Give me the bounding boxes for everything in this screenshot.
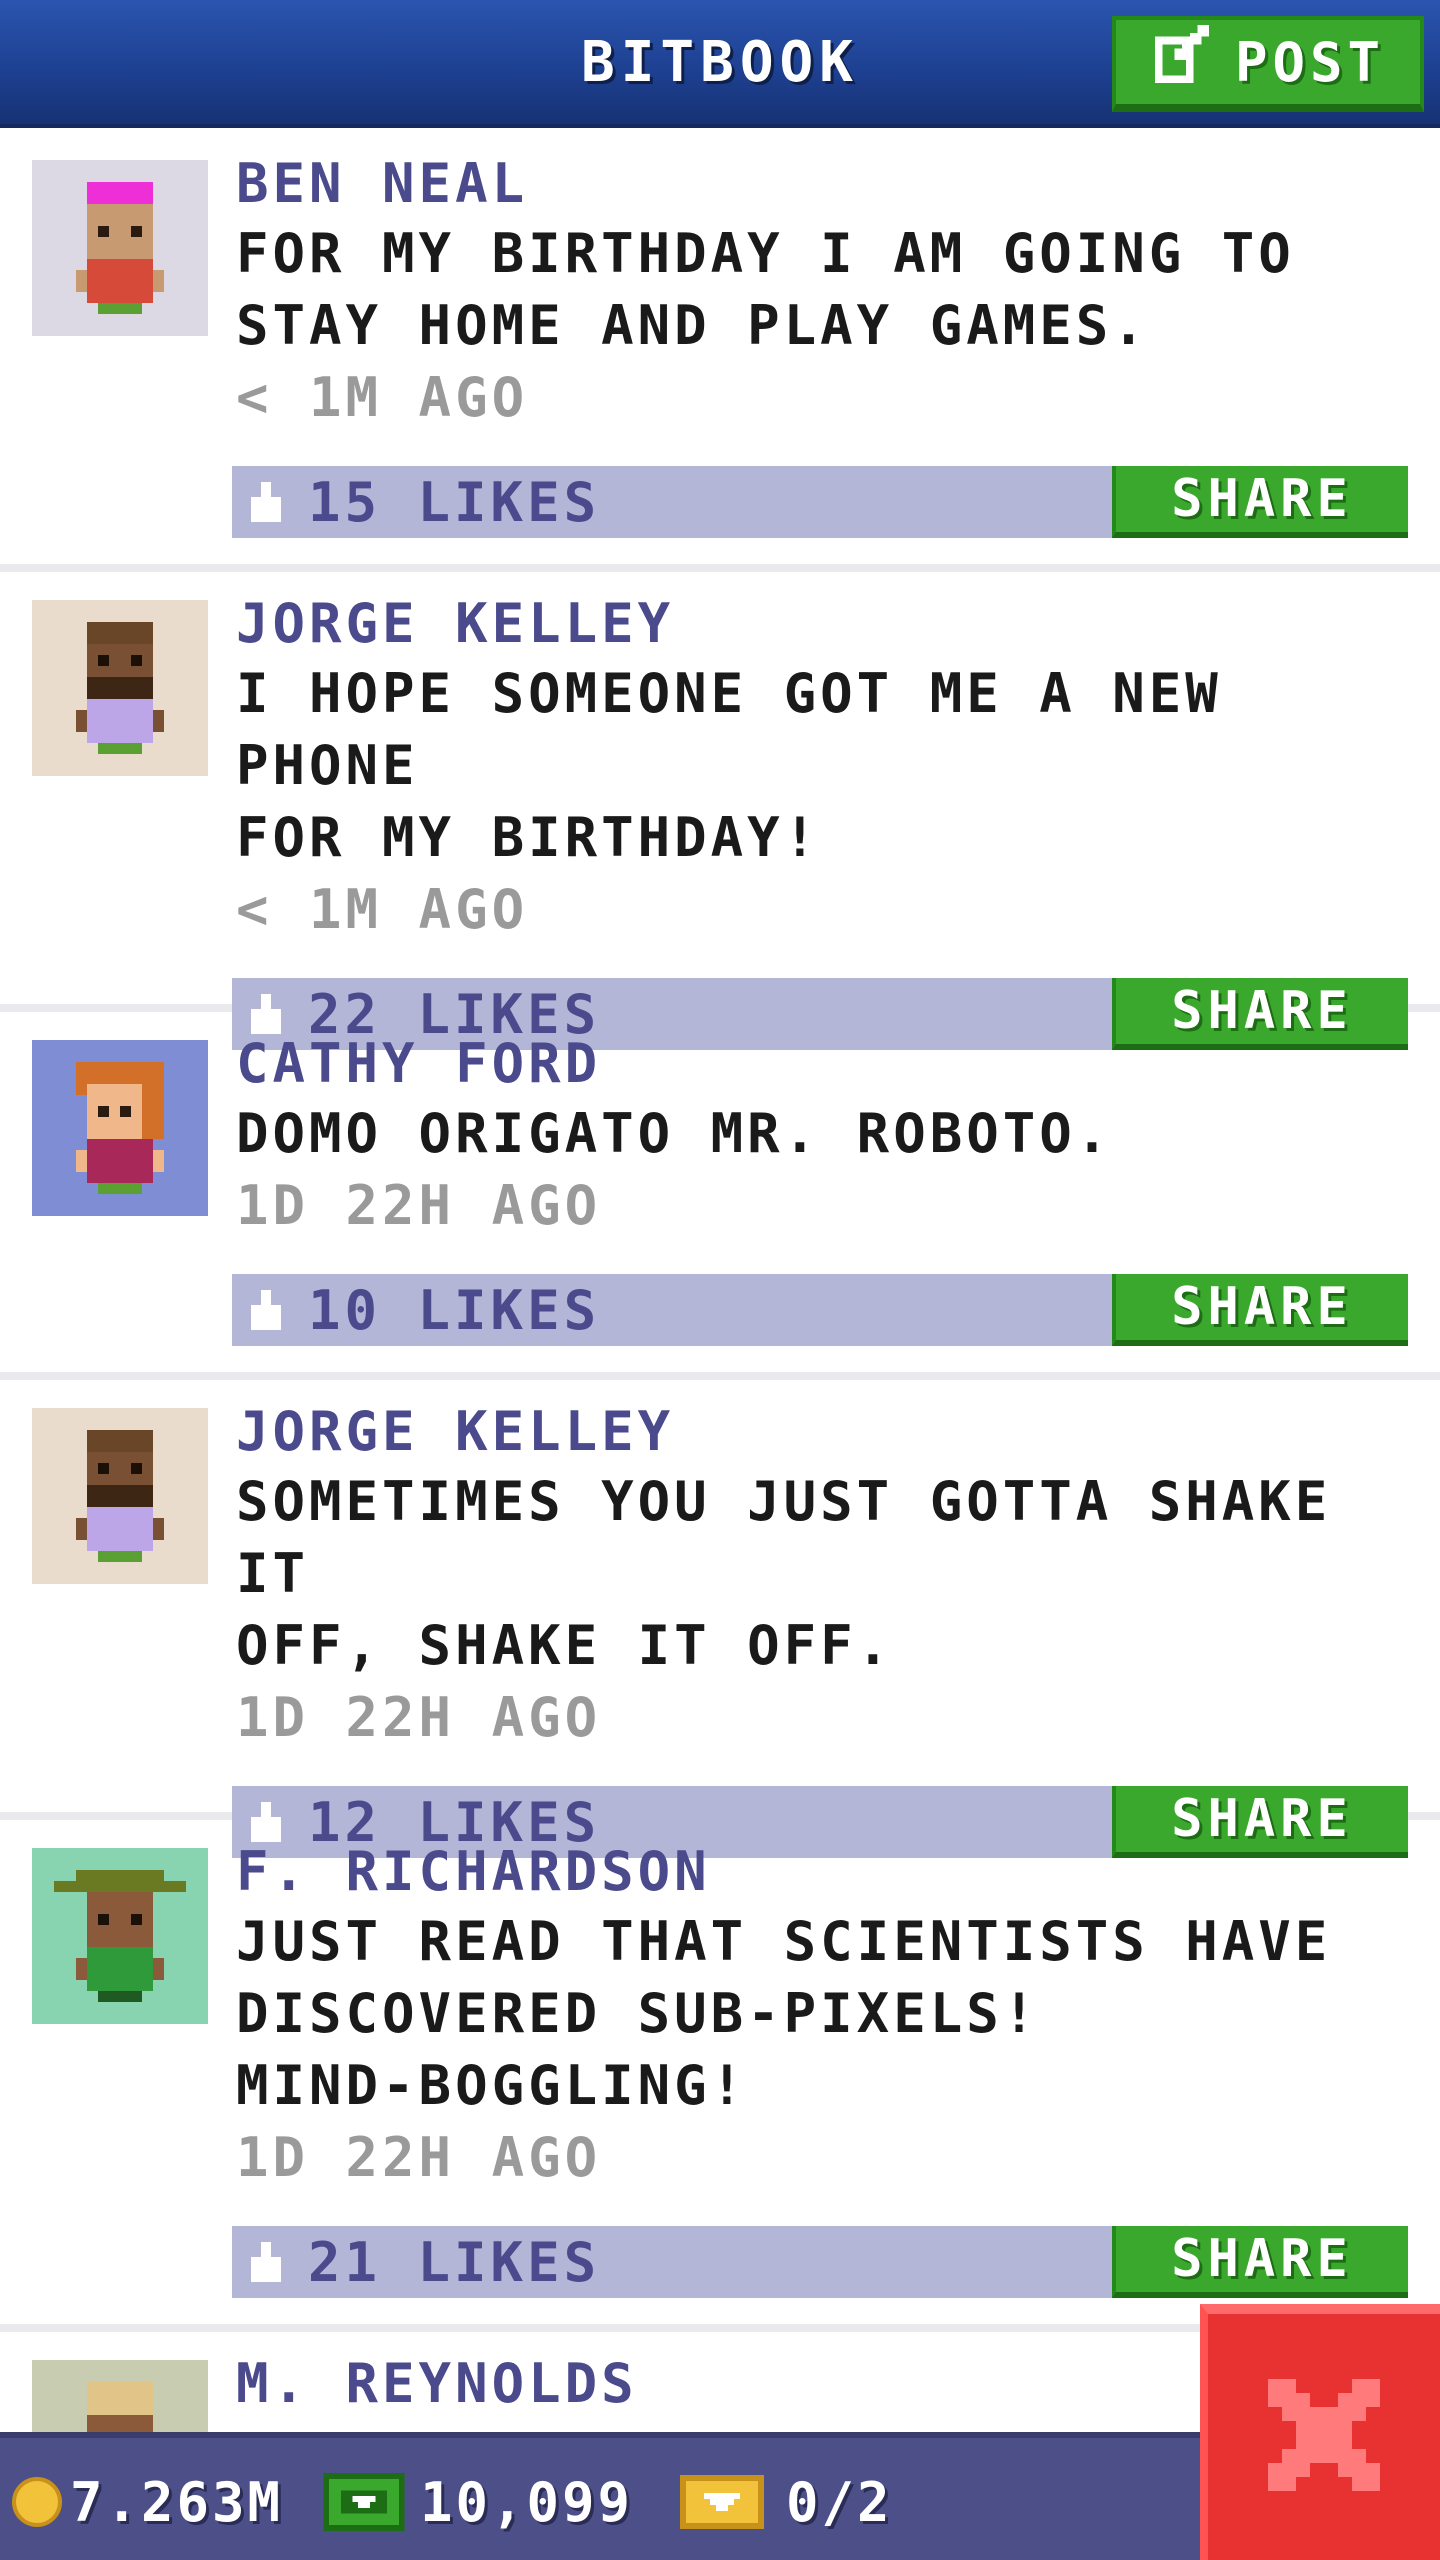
feed-post: JORGE KELLEY SOMETIMES YOU JUST GOTTA SH… [0,1380,1440,1858]
post-button[interactable]: POST [1112,16,1424,112]
post-author[interactable]: F. RICHARDSON [236,1838,1416,1906]
close-button[interactable] [1200,2304,1440,2560]
share-button[interactable]: SHARE [1112,466,1408,538]
avatar[interactable] [32,160,208,336]
like-bar: 10 LIKES SHARE [232,1274,1408,1346]
post-time: 1D 22H AGO [236,1686,602,1749]
avatar[interactable] [32,600,208,776]
share-button[interactable]: SHARE [1112,1274,1408,1346]
tickets-value: 0/2 [786,2470,893,2534]
post-button-label: POST [1234,30,1386,94]
thumbs-up-icon[interactable] [246,2242,286,2282]
edit-icon [1151,24,1213,100]
feed-post: JORGE KELLEY I HOPE SOMEONE GOT ME A NEW… [0,572,1440,1050]
bux-display: 10,099 [322,2438,633,2560]
feed-post: BEN NEAL FOR MY BIRTHDAY I AM GOING TO S… [0,132,1440,572]
likes-count: 15 LIKES [308,471,601,534]
feed-post: F. RICHARDSON JUST READ THAT SCIENTISTS … [0,1820,1440,2332]
post-time: < 1M AGO [236,366,529,429]
post-time: < 1M AGO [236,878,529,941]
bux-value: 10,099 [420,2470,634,2534]
tickets-display: 0/2 [678,2438,893,2560]
top-bar: BITBOOK POST [0,0,1440,128]
avatar[interactable] [32,1040,208,1216]
close-icon [1254,2365,1394,2509]
post-message: I HOPE SOMEONE GOT ME A NEW PHONE FOR MY… [236,662,1222,869]
coin-icon [12,2477,62,2527]
post-time: 1D 22H AGO [236,1174,602,1237]
post-time: 1D 22H AGO [236,2126,602,2189]
like-bar: 15 LIKES SHARE [232,466,1408,538]
avatar[interactable] [32,1408,208,1584]
post-message: JUST READ THAT SCIENTISTS HAVE DISCOVERE… [236,1910,1332,2117]
post-message: DOMO ORIGATO MR. ROBOTO. [236,1102,1113,1165]
ticket-icon [678,2475,766,2529]
post-author[interactable]: JORGE KELLEY [236,590,1416,658]
share-button[interactable]: SHARE [1112,2226,1408,2298]
cash-icon [322,2473,406,2531]
likes-count: 10 LIKES [308,1279,601,1342]
post-author[interactable]: JORGE KELLEY [236,1398,1416,1466]
post-author[interactable]: BEN NEAL [236,150,1416,218]
post-message: FOR MY BIRTHDAY I AM GOING TO STAY HOME … [236,222,1295,357]
thumbs-up-icon[interactable] [246,1290,286,1330]
news-feed[interactable]: BEN NEAL FOR MY BIRTHDAY I AM GOING TO S… [0,132,1440,2536]
bitbook-screen: BITBOOK POST BEN NEAL FOR MY BIRTHDAY I … [0,0,1440,2560]
likes-count: 21 LIKES [308,2231,601,2294]
like-bar: 21 LIKES SHARE [232,2226,1408,2298]
feed-post: CATHY FORD DOMO ORIGATO MR. ROBOTO. 1D 2… [0,1012,1440,1380]
avatar[interactable] [32,1848,208,2024]
coins-display: 7.263M [12,2438,283,2560]
thumbs-up-icon[interactable] [246,482,286,522]
post-message: SOMETIMES YOU JUST GOTTA SHAKE IT OFF, S… [236,1470,1332,1677]
coins-value: 7.263M [70,2470,284,2534]
post-author[interactable]: CATHY FORD [236,1030,1416,1098]
